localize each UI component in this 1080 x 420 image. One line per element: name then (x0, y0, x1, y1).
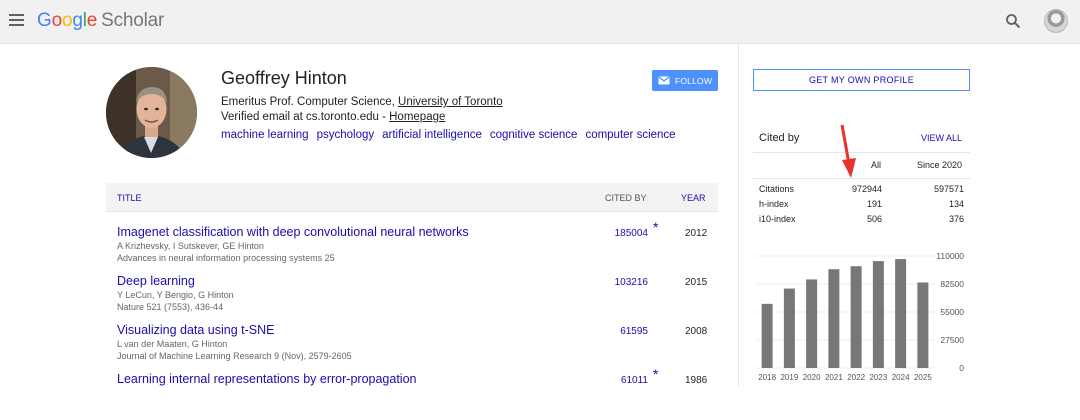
divider (753, 152, 970, 153)
research-interests: machine learning psychology artificial int… (221, 129, 684, 141)
cited-count-link[interactable]: 61595 (620, 326, 648, 337)
search-icon[interactable] (1005, 13, 1021, 29)
google-scholar-logo[interactable]: Google Scholar (37, 10, 164, 32)
chart-bar (783, 288, 795, 368)
article-authors: A Krizhevsky, I Sutskever, GE Hinton (117, 241, 264, 251)
interest-link[interactable]: computer science (585, 129, 675, 141)
chart-bar (806, 279, 818, 368)
articles-table-header: TITLE CITED BY YEAR (106, 183, 718, 212)
article-title-link[interactable]: Imagenet classification with deep convol… (117, 225, 469, 239)
divider (753, 178, 970, 179)
hamburger-menu-icon[interactable] (9, 14, 24, 26)
x-tick-label: 2019 (780, 373, 798, 382)
profile-affiliation: Emeritus Prof. Computer Science, Univers… (221, 96, 503, 108)
x-tick-label: 2021 (825, 373, 843, 382)
article-venue: Journal of Machine Learning Research 9 (… (117, 351, 352, 361)
x-tick-label: 2024 (892, 373, 910, 382)
y-tick-label: 55000 (940, 307, 964, 317)
cited-by-title: Cited by (759, 132, 800, 144)
stat-row-h-index: h-index 191 134 (759, 199, 964, 209)
chart-bar (895, 259, 907, 368)
article-year: 2015 (685, 277, 708, 288)
article-title-link[interactable]: Visualizing data using t-SNE (117, 323, 275, 337)
year-column-header[interactable]: YEAR (681, 193, 706, 203)
interest-link[interactable]: artificial intelligence (382, 129, 482, 141)
interest-link[interactable]: psychology (317, 129, 375, 141)
cited-count-link[interactable]: 61011 (621, 375, 648, 386)
chart-bar (828, 269, 840, 368)
top-bar: Google Scholar (0, 0, 1080, 44)
article-title-link[interactable]: Learning internal representations by err… (117, 372, 417, 386)
view-all-link[interactable]: VIEW ALL (921, 133, 962, 143)
article-title-link[interactable]: Deep learning (117, 274, 195, 288)
account-avatar[interactable] (1044, 9, 1068, 33)
article-authors: Y LeCun, Y Bengio, G Hinton (117, 290, 234, 300)
x-tick-label: 2023 (869, 373, 887, 382)
y-tick-label: 0 (959, 363, 964, 373)
x-tick-label: 2020 (803, 373, 821, 382)
interest-link[interactable]: machine learning (221, 129, 309, 141)
get-my-own-profile-button[interactable]: GET MY OWN PROFILE (753, 69, 970, 91)
article-year: 1986 (685, 375, 708, 386)
interest-link[interactable]: cognitive science (490, 129, 578, 141)
stat-row-i10-index: i10-index 506 376 (759, 214, 964, 224)
stat-row-citations: Citations 972944 597571 (759, 184, 964, 194)
y-tick-label: 82500 (940, 279, 964, 289)
chart-bar (872, 261, 884, 368)
x-tick-label: 2018 (758, 373, 776, 382)
profile-photo (106, 67, 197, 158)
cited-count-link[interactable]: 185004 (615, 228, 648, 239)
cited-by-column-header[interactable]: CITED BY (605, 193, 647, 203)
homepage-link[interactable]: Homepage (389, 111, 445, 123)
column-all-header: All (871, 160, 882, 170)
cited-count-link[interactable]: 103216 (615, 277, 648, 288)
article-row: Visualizing data using t-SNE L van der M… (106, 323, 718, 371)
chart-bar (761, 303, 773, 368)
profile-name: Geoffrey Hinton (221, 68, 347, 88)
merged-citation-star: * (653, 219, 659, 235)
article-venue: Nature 521 (7553), 436-44 (117, 302, 224, 312)
article-year: 2008 (685, 326, 708, 337)
y-tick-label: 27500 (940, 335, 964, 345)
chart-bar (917, 282, 929, 368)
x-tick-label: 2025 (914, 373, 932, 382)
article-authors: L van der Maaten, G Hinton (117, 339, 228, 349)
y-tick-label: 110000 (936, 251, 964, 261)
profile-email: Verified email at cs.toronto.edu - Homep… (221, 111, 446, 123)
citations-bar-chart: 0 27500 55000 82500 110000 2018 2019 2020 2021 20… (756, 251, 964, 382)
article-row: Imagenet classification with deep convol… (106, 219, 718, 273)
chart-bar (850, 266, 862, 368)
article-venue: Advances in neural information processin… (117, 253, 335, 263)
x-tick-label: 2022 (847, 373, 865, 382)
merged-citation-star: * (653, 366, 659, 382)
affiliation-link[interactable]: University of Toronto (398, 96, 503, 108)
follow-button[interactable]: FOLLOW (652, 70, 718, 91)
column-divider (738, 44, 739, 386)
title-column-header[interactable]: TITLE (117, 193, 142, 203)
article-row: Deep learning Y LeCun, Y Bengio, G Hinto… (106, 274, 718, 322)
column-since-header: Since 2020 (917, 160, 963, 170)
mail-icon (658, 76, 670, 85)
article-year: 2012 (685, 228, 708, 239)
article-row: Learning internal representations by err… (106, 366, 718, 420)
